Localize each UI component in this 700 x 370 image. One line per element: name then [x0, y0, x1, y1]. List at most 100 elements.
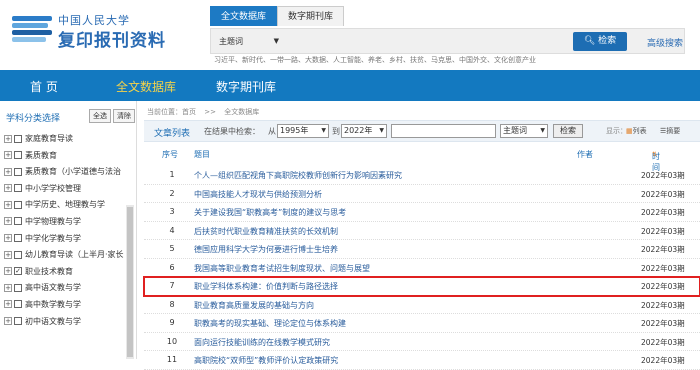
article-title-link[interactable]: 后扶贫时代职业教育精准扶贫的长效机制 [194, 226, 338, 237]
breadcrumb-current: 全文数据库 [224, 108, 260, 116]
search-tab-fulltext[interactable]: 全文数据库 [210, 6, 278, 26]
books-logo-icon [12, 16, 54, 46]
category-item[interactable]: + 素质教育 [4, 148, 126, 165]
table-row[interactable]: 11 高职院校“双师型”教师评价认定政策研究 2022年03期 [144, 351, 700, 370]
category-label[interactable]: 职业技术教育 [25, 267, 73, 276]
category-item[interactable]: + 中小学学校管理 [4, 181, 126, 198]
expand-icon[interactable]: + [4, 300, 12, 309]
site-logo[interactable]: 中国人民大学 复印报刊资料 [12, 10, 192, 51]
nav-fulltext-db[interactable]: 全文数据库 [116, 78, 176, 95]
category-item[interactable]: + 中学历史、地理教与学 [4, 197, 126, 214]
category-item[interactable]: + ✓ 职业技术教育 [4, 264, 126, 281]
expand-icon[interactable]: + [4, 217, 12, 226]
category-item[interactable]: + 家庭教育导读 [4, 131, 126, 148]
article-title-link[interactable]: 面向运行技能训练的在线教学模式研究 [194, 337, 330, 348]
table-row[interactable]: 2 中国高技能人才现状与供给预测分析 2022年03期 [144, 185, 700, 203]
category-item[interactable]: + 中学物理教与学 [4, 214, 126, 231]
category-label[interactable]: 中学历史、地理教与学 [25, 200, 105, 209]
search-tab-periodical[interactable]: 数字期刊库 [277, 6, 345, 26]
expand-icon[interactable]: + [4, 267, 12, 276]
category-label[interactable]: 初中语文教与学 [25, 317, 81, 326]
expand-icon[interactable]: + [4, 250, 12, 259]
article-title-link[interactable]: 德国应用科学大学为何要进行博士生培养 [194, 244, 338, 255]
category-checkbox[interactable] [14, 234, 22, 243]
category-checkbox[interactable] [14, 134, 22, 143]
expand-icon[interactable]: + [4, 283, 12, 292]
category-label[interactable]: 素质教育 [25, 151, 57, 160]
year-to-select[interactable]: 2022年 ▼ [341, 124, 387, 138]
category-checkbox[interactable] [14, 151, 22, 160]
category-checkbox[interactable] [14, 184, 22, 193]
sidebar-scrollbar[interactable] [126, 205, 134, 359]
search-field-select[interactable]: 主题词 ▼ [219, 34, 279, 49]
nav-home[interactable]: 首 页 [30, 78, 58, 95]
table-row[interactable]: 10 面向运行技能训练的在线教学模式研究 2022年03期 [144, 333, 700, 351]
sidebar-header: 学科分类选择 全选 清除 [0, 109, 137, 125]
scrollbar-thumb[interactable] [127, 207, 133, 357]
table-row[interactable]: 9 职教高考的现实基础、理论定位与体系构建 2022年03期 [144, 314, 700, 333]
category-checkbox[interactable] [14, 250, 22, 259]
article-title-link[interactable]: 我国高等职业教育考试招生制度现状、问题与展望 [194, 263, 370, 274]
table-row[interactable]: 7 职业学科体系构建：价值判断与路径选择 2022年03期 [143, 276, 700, 297]
summary-view-button[interactable]: ☰摘要 [660, 126, 680, 136]
category-item[interactable]: + 初中语文教与学 [4, 314, 126, 331]
category-label[interactable]: 素质教育（小学道德与法治 [25, 167, 121, 176]
category-label[interactable]: 高中语文教与学 [25, 283, 81, 292]
expand-icon[interactable]: + [4, 200, 12, 209]
category-label[interactable]: 家庭教育导读 [25, 134, 73, 143]
category-label[interactable]: 中学化学教与学 [25, 234, 81, 243]
category-item[interactable]: + 高中数学教与学 [4, 297, 126, 314]
advanced-search-link[interactable]: 高级搜索 [647, 36, 683, 49]
category-checkbox[interactable] [14, 200, 22, 209]
table-row[interactable]: 3 关于建设我国“职教高考”制度的建议与思考 2022年03期 [144, 203, 700, 222]
expand-icon[interactable]: + [4, 184, 12, 193]
select-all-button[interactable]: 全选 [89, 109, 111, 123]
article-date: 2022年03期 [641, 189, 685, 199]
category-item[interactable]: + 素质教育（小学道德与法治 [4, 164, 126, 181]
breadcrumb-location[interactable]: 当前位置：首页 [147, 108, 196, 116]
expand-icon[interactable]: + [4, 134, 12, 143]
list-view-button[interactable]: ▦列表 [626, 126, 647, 136]
expand-icon[interactable]: + [4, 167, 12, 176]
expand-icon[interactable]: + [4, 234, 12, 243]
search-input[interactable] [283, 33, 565, 50]
article-title-link[interactable]: 关于建设我国“职教高考”制度的建议与思考 [194, 207, 346, 218]
nav-periodical-db[interactable]: 数字期刊库 [216, 78, 276, 95]
search-button[interactable]: 🔍︎ 检索 [573, 32, 627, 51]
expand-icon[interactable]: + [4, 317, 12, 326]
table-row[interactable]: 5 德国应用科学大学为何要进行博士生培养 2022年03期 [144, 240, 700, 259]
field-select[interactable]: 主题词 ▼ [500, 124, 548, 138]
article-title-link[interactable]: 职业教育高质量发展的基础与方向 [194, 300, 314, 311]
column-header-author[interactable]: 作者 [577, 149, 593, 160]
category-checkbox[interactable] [14, 167, 22, 176]
table-row[interactable]: 4 后扶贫时代职业教育精准扶贫的长效机制 2022年03期 [144, 222, 700, 240]
category-checkbox[interactable] [14, 217, 22, 226]
category-label[interactable]: 中小学学校管理 [25, 184, 81, 193]
year-from-select[interactable]: 1995年 ▼ [277, 124, 329, 138]
article-title-link[interactable]: 职教高考的现实基础、理论定位与体系构建 [194, 318, 346, 329]
table-row[interactable]: 8 职业教育高质量发展的基础与方向 2022年03期 [144, 296, 700, 314]
category-checkbox[interactable] [14, 300, 22, 309]
table-row[interactable]: 1 个人—组织匹配视角下高职院校教师创新行为影响因素研究 2022年03期 [144, 166, 700, 185]
category-checkbox[interactable] [14, 317, 22, 326]
search-within-button[interactable]: 检索 [553, 124, 583, 138]
category-label[interactable]: 高中数学教与学 [25, 300, 81, 309]
category-item[interactable]: + 幼儿教育导读（上半月·家长 [4, 247, 126, 264]
category-checkbox[interactable]: ✓ [14, 267, 22, 276]
category-label[interactable]: 中学物理教与学 [25, 217, 81, 226]
search-within-input[interactable] [391, 124, 496, 138]
category-checkbox[interactable] [14, 283, 22, 292]
article-title-link[interactable]: 个人—组织匹配视角下高职院校教师创新行为影响因素研究 [194, 170, 402, 181]
category-label[interactable]: 幼儿教育导读（上半月·家长 [25, 250, 124, 259]
hot-search-terms[interactable]: 习近平、新时代、一带一路、大数据、人工智能、养老、乡村、扶贫、马克思、中国外交、… [214, 55, 536, 65]
table-row[interactable]: 6 我国高等职业教育考试招生制度现状、问题与展望 2022年03期 [144, 259, 700, 277]
article-title-link[interactable]: 职业学科体系构建：价值判断与路径选择 [194, 281, 338, 292]
article-title-link[interactable]: 中国高技能人才现状与供给预测分析 [194, 189, 322, 200]
article-title-link[interactable]: 高职院校“双师型”教师评价认定政策研究 [194, 355, 338, 366]
expand-icon[interactable]: + [4, 151, 12, 160]
article-list: 1 个人—组织匹配视角下高职院校教师创新行为影响因素研究 2022年03期 2 中国高技… [143, 166, 700, 370]
category-item[interactable]: + 中学化学教与学 [4, 231, 126, 248]
column-header-title[interactable]: 题目 [194, 149, 210, 160]
category-item[interactable]: + 高中语文教与学 [4, 280, 126, 297]
clear-button[interactable]: 清除 [113, 109, 135, 123]
